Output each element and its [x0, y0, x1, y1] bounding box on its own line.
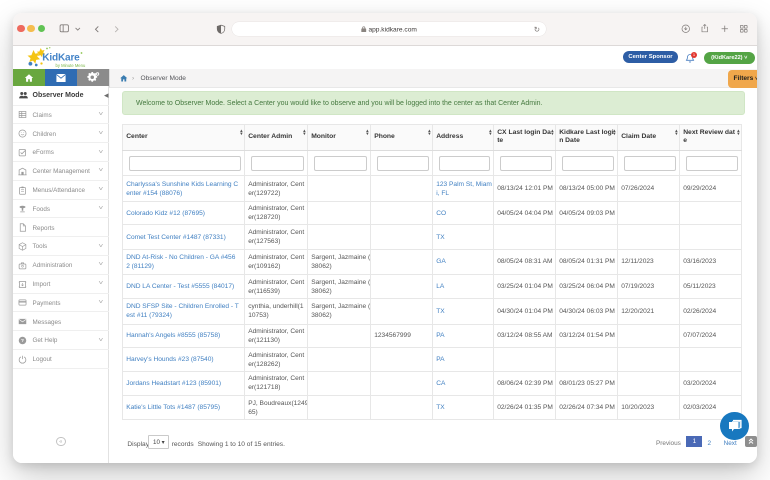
svg-text:KidKare: KidKare [42, 52, 80, 63]
svg-text:?: ? [21, 338, 24, 344]
svg-text:by Minute Menu: by Minute Menu [56, 63, 86, 68]
